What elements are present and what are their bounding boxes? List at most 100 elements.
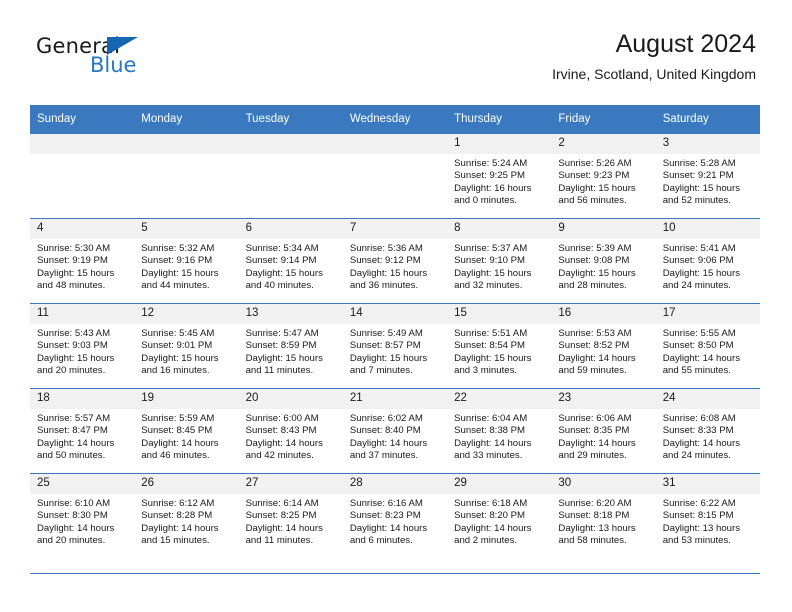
day-sunset-text: Sunset: 8:59 PM bbox=[245, 340, 317, 352]
day-sunrise-text: Sunrise: 5:51 AM bbox=[454, 328, 528, 339]
day-daylight-text: Daylight: 15 hours bbox=[558, 267, 636, 279]
day-daylight-text: Daylight: 14 hours bbox=[349, 522, 428, 534]
day-sunset-text: Sunset: 9:08 PM bbox=[558, 255, 630, 267]
day-details: Sunrise: 5:37 AM Sunset: 9:10 PM Daylight:… bbox=[447, 239, 551, 293]
day-number-band bbox=[238, 134, 343, 154]
day-details: Sunrise: 6:16 AM Sunset: 8:23 PM Daylight:… bbox=[343, 494, 447, 548]
day-number: 26 bbox=[134, 474, 239, 494]
calendar-week-row: 11 Sunrise: 5:43 AM Sunset: 9:03 PM Dayligh… bbox=[30, 303, 760, 389]
day-daylight-text: Daylight: 14 hours bbox=[454, 437, 532, 449]
day-sunset-text: Sunset: 9:03 PM bbox=[37, 340, 108, 352]
calendar-day-cell[interactable]: 10 Sunrise: 5:41 AM Sunset: 9:06 PM Dayligh… bbox=[655, 218, 760, 304]
calendar-week-row: 25 Sunrise: 6:10 AM Sunset: 8:30 PM Dayligh… bbox=[30, 473, 760, 558]
day-sunset-text: Sunset: 8:15 PM bbox=[662, 510, 734, 522]
day-sunset-text: Sunset: 8:20 PM bbox=[454, 510, 526, 522]
day-daylight-text: and 52 minutes. bbox=[662, 195, 731, 207]
calendar-day-cell[interactable]: 31 Sunrise: 6:22 AM Sunset: 8:15 PM Dayligh… bbox=[655, 473, 760, 558]
day-daylight-text: Daylight: 15 hours bbox=[141, 352, 219, 364]
day-daylight-text: and 44 minutes. bbox=[141, 280, 210, 292]
day-daylight-text: and 46 minutes. bbox=[141, 450, 210, 462]
day-sunrise-text: Sunrise: 6:00 AM bbox=[245, 413, 319, 424]
calendar-day-cell[interactable]: 21 Sunrise: 6:02 AM Sunset: 8:40 PM Dayligh… bbox=[342, 388, 448, 474]
day-sunrise-text: Sunrise: 6:06 AM bbox=[558, 413, 632, 424]
day-sunset-text: Sunset: 8:18 PM bbox=[558, 510, 630, 522]
day-daylight-text: Daylight: 14 hours bbox=[245, 437, 323, 449]
calendar-day-cell[interactable]: 6 Sunrise: 5:34 AM Sunset: 9:14 PM Daylight… bbox=[238, 218, 343, 304]
calendar-day-cell[interactable]: 9 Sunrise: 5:39 AM Sunset: 9:08 PM Daylight… bbox=[551, 218, 656, 304]
day-details: Sunrise: 6:08 AM Sunset: 8:33 PM Daylight:… bbox=[656, 409, 760, 463]
day-daylight-text: and 2 minutes. bbox=[454, 535, 518, 547]
day-daylight-text: Daylight: 14 hours bbox=[37, 437, 115, 449]
day-daylight-text: and 6 minutes. bbox=[349, 535, 413, 547]
calendar-day-cell[interactable]: 7 Sunrise: 5:36 AM Sunset: 9:12 PM Daylight… bbox=[342, 218, 448, 304]
calendar-day-cell[interactable]: 4 Sunrise: 5:30 AM Sunset: 9:19 PM Daylight… bbox=[30, 218, 135, 304]
day-details: Sunrise: 5:43 AM Sunset: 9:03 PM Daylight:… bbox=[30, 324, 134, 378]
calendar-day-cell[interactable]: 26 Sunrise: 6:12 AM Sunset: 8:28 PM Dayligh… bbox=[134, 473, 239, 558]
calendar-day-cell[interactable]: 20 Sunrise: 6:00 AM Sunset: 8:43 PM Dayligh… bbox=[238, 388, 343, 474]
day-daylight-text: and 20 minutes. bbox=[37, 535, 106, 547]
day-number: 16 bbox=[551, 304, 656, 324]
day-sunset-text: Sunset: 9:21 PM bbox=[662, 170, 734, 182]
calendar-day-cell[interactable]: 14 Sunrise: 5:49 AM Sunset: 8:57 PM Dayligh… bbox=[342, 303, 448, 389]
day-sunrise-text: Sunrise: 6:20 AM bbox=[558, 498, 632, 509]
day-details: Sunrise: 5:45 AM Sunset: 9:01 PM Daylight:… bbox=[134, 324, 238, 378]
day-daylight-text: Daylight: 14 hours bbox=[245, 522, 323, 534]
day-details: Sunrise: 6:10 AM Sunset: 8:30 PM Daylight:… bbox=[30, 494, 134, 548]
day-daylight-text: Daylight: 14 hours bbox=[37, 522, 115, 534]
calendar-day-cell[interactable]: 24 Sunrise: 6:08 AM Sunset: 8:33 PM Dayligh… bbox=[655, 388, 760, 474]
calendar-bottom-rule bbox=[30, 573, 760, 574]
calendar-day-cell[interactable]: 17 Sunrise: 5:55 AM Sunset: 8:50 PM Dayligh… bbox=[655, 303, 760, 389]
day-sunrise-text: Sunrise: 5:43 AM bbox=[37, 328, 111, 339]
day-number: 2 bbox=[551, 134, 656, 154]
day-daylight-text: and 55 minutes. bbox=[662, 365, 731, 377]
calendar-day-cell[interactable]: 23 Sunrise: 6:06 AM Sunset: 8:35 PM Dayligh… bbox=[551, 388, 656, 474]
calendar-week-row: 18 Sunrise: 5:57 AM Sunset: 8:47 PM Dayligh… bbox=[30, 388, 760, 474]
calendar-day-cell[interactable]: 12 Sunrise: 5:45 AM Sunset: 9:01 PM Dayligh… bbox=[134, 303, 239, 389]
calendar-cell-empty bbox=[134, 133, 239, 219]
calendar-day-cell[interactable]: 8 Sunrise: 5:37 AM Sunset: 9:10 PM Daylight… bbox=[447, 218, 552, 304]
calendar-day-cell[interactable]: 2 Sunrise: 5:26 AM Sunset: 9:23 PM Daylight… bbox=[551, 133, 656, 219]
day-sunset-text: Sunset: 8:43 PM bbox=[245, 425, 317, 437]
day-details: Sunrise: 5:30 AM Sunset: 9:19 PM Daylight:… bbox=[30, 239, 134, 293]
calendar-cell-empty bbox=[30, 133, 135, 219]
day-sunrise-text: Sunrise: 5:28 AM bbox=[662, 158, 736, 169]
calendar-day-cell[interactable]: 16 Sunrise: 5:53 AM Sunset: 8:52 PM Dayligh… bbox=[551, 303, 656, 389]
calendar-day-cell[interactable]: 27 Sunrise: 6:14 AM Sunset: 8:25 PM Dayligh… bbox=[238, 473, 343, 558]
day-daylight-text: Daylight: 14 hours bbox=[662, 352, 741, 364]
day-number: 12 bbox=[134, 304, 239, 324]
calendar-day-cell[interactable]: 30 Sunrise: 6:20 AM Sunset: 8:18 PM Dayligh… bbox=[551, 473, 656, 558]
day-number: 21 bbox=[342, 389, 448, 409]
day-number: 11 bbox=[30, 304, 135, 324]
calendar-day-cell[interactable]: 29 Sunrise: 6:18 AM Sunset: 8:20 PM Dayligh… bbox=[447, 473, 552, 558]
calendar-day-cell[interactable]: 18 Sunrise: 5:57 AM Sunset: 8:47 PM Dayligh… bbox=[30, 388, 135, 474]
brand-logo[interactable]: General Blue bbox=[36, 34, 226, 86]
day-details: Sunrise: 5:57 AM Sunset: 8:47 PM Daylight:… bbox=[30, 409, 134, 463]
day-daylight-text: and 15 minutes. bbox=[141, 535, 210, 547]
brand-name-blue: Blue bbox=[90, 53, 137, 77]
day-number: 22 bbox=[447, 389, 552, 409]
calendar-day-cell[interactable]: 5 Sunrise: 5:32 AM Sunset: 9:16 PM Daylight… bbox=[134, 218, 239, 304]
calendar-page: General Blue August 2024 Irvine, Scotlan… bbox=[0, 0, 792, 612]
day-daylight-text: and 53 minutes. bbox=[662, 535, 731, 547]
day-details: Sunrise: 5:34 AM Sunset: 9:14 PM Daylight:… bbox=[239, 239, 343, 293]
day-daylight-text: Daylight: 15 hours bbox=[454, 352, 532, 364]
calendar-day-cell[interactable]: 15 Sunrise: 5:51 AM Sunset: 8:54 PM Dayligh… bbox=[447, 303, 552, 389]
day-number: 20 bbox=[238, 389, 343, 409]
calendar-day-cell[interactable]: 13 Sunrise: 5:47 AM Sunset: 8:59 PM Dayligh… bbox=[238, 303, 343, 389]
day-sunset-text: Sunset: 9:16 PM bbox=[141, 255, 213, 267]
calendar-day-cell[interactable]: 3 Sunrise: 5:28 AM Sunset: 9:21 PM Daylight… bbox=[655, 133, 760, 219]
day-details: Sunrise: 5:39 AM Sunset: 9:08 PM Daylight:… bbox=[551, 239, 655, 293]
calendar-day-cell[interactable]: 1 Sunrise: 5:24 AM Sunset: 9:25 PM Daylight… bbox=[447, 133, 552, 219]
calendar-day-cell[interactable]: 28 Sunrise: 6:16 AM Sunset: 8:23 PM Dayligh… bbox=[342, 473, 448, 558]
day-sunset-text: Sunset: 9:19 PM bbox=[37, 255, 108, 267]
day-sunrise-text: Sunrise: 6:02 AM bbox=[349, 413, 423, 424]
day-details: Sunrise: 6:18 AM Sunset: 8:20 PM Daylight:… bbox=[447, 494, 551, 548]
day-sunset-text: Sunset: 8:50 PM bbox=[662, 340, 734, 352]
day-daylight-text: Daylight: 15 hours bbox=[141, 267, 219, 279]
calendar-day-cell[interactable]: 22 Sunrise: 6:04 AM Sunset: 8:38 PM Dayligh… bbox=[447, 388, 552, 474]
calendar-day-cell[interactable]: 25 Sunrise: 6:10 AM Sunset: 8:30 PM Dayligh… bbox=[30, 473, 135, 558]
calendar-body: 1 Sunrise: 5:24 AM Sunset: 9:25 PM Daylight… bbox=[30, 133, 760, 558]
calendar-day-cell[interactable]: 11 Sunrise: 5:43 AM Sunset: 9:03 PM Dayligh… bbox=[30, 303, 135, 389]
calendar-day-cell[interactable]: 19 Sunrise: 5:59 AM Sunset: 8:45 PM Dayligh… bbox=[134, 388, 239, 474]
day-sunrise-text: Sunrise: 5:49 AM bbox=[349, 328, 423, 339]
